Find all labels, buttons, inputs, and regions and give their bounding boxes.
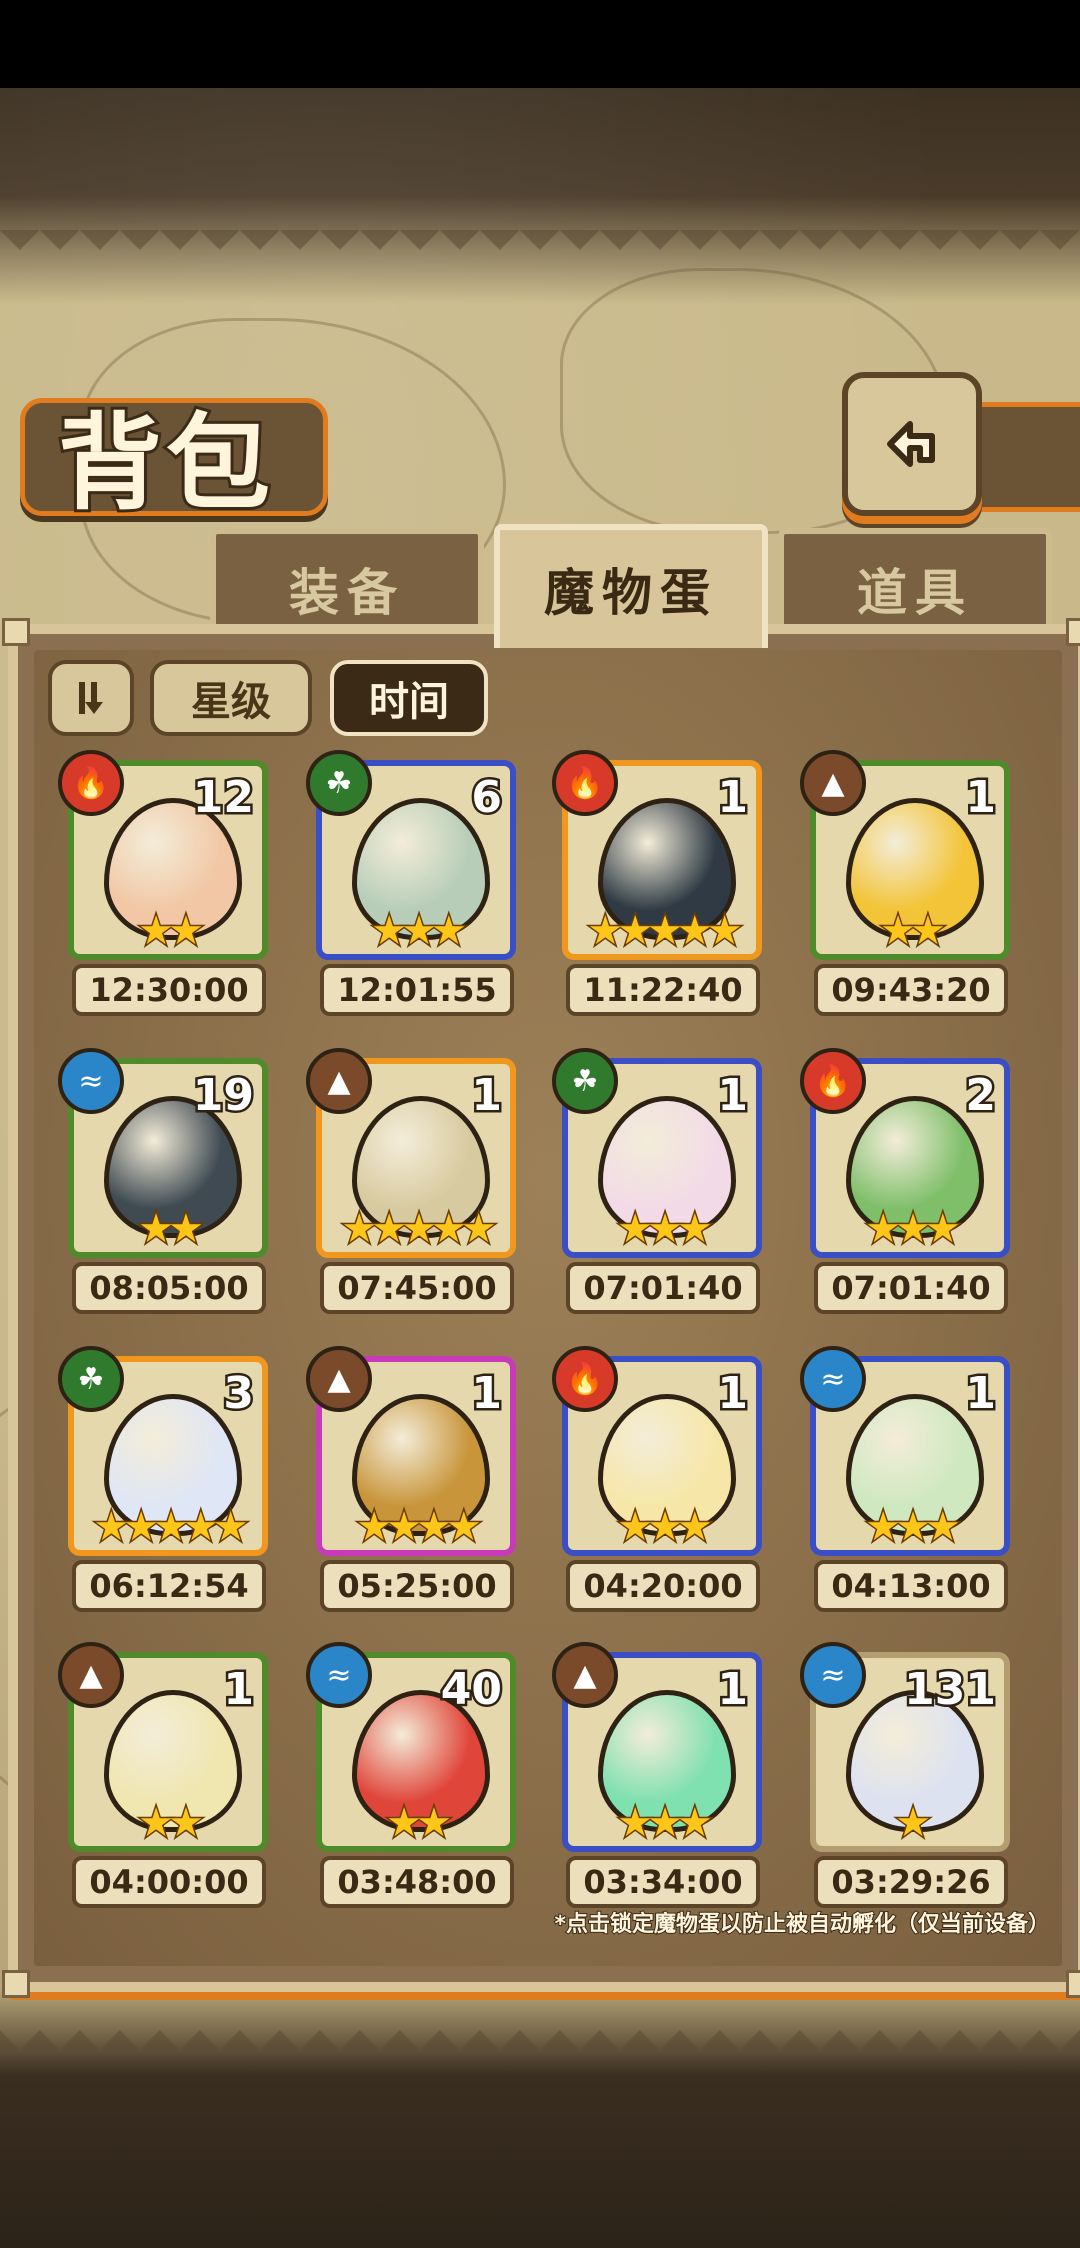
water-element-icon: ≈ bbox=[800, 1346, 866, 1412]
water-element-icon: ≈ bbox=[306, 1642, 372, 1708]
egg-count: 3 bbox=[221, 1366, 257, 1422]
torn-edge-bottom bbox=[0, 2010, 1080, 2050]
hatch-timer: 12:30:00 bbox=[72, 964, 266, 1016]
egg-count: 12 bbox=[190, 770, 256, 826]
hatch-timer: 09:43:20 bbox=[814, 964, 1008, 1016]
torn-edge-top bbox=[0, 230, 1080, 270]
back-button[interactable] bbox=[842, 372, 982, 516]
star-rating-icon: ★★★ bbox=[864, 1503, 963, 1552]
star-rating-icon: ★★★★★ bbox=[92, 1503, 250, 1552]
star-rating-icon: ★★★★ bbox=[355, 1503, 483, 1552]
hatch-timer: 11:22:40 bbox=[566, 964, 760, 1016]
hatch-timer: 03:34:00 bbox=[566, 1856, 760, 1908]
fire-element-icon: 🔥 bbox=[58, 750, 124, 816]
star-rating-icon: ★★★ bbox=[616, 1503, 715, 1552]
hatch-timer: 05:25:00 bbox=[320, 1560, 514, 1612]
egg-count: 1 bbox=[715, 1366, 751, 1422]
back-arrow-icon bbox=[887, 421, 935, 467]
star-rating-icon: ★★★★★ bbox=[340, 1205, 498, 1254]
fire-element-icon: 🔥 bbox=[552, 750, 618, 816]
hatch-timer: 04:20:00 bbox=[566, 1560, 760, 1612]
egg-count: 40 bbox=[438, 1662, 504, 1718]
hatch-timer: 04:13:00 bbox=[814, 1560, 1008, 1612]
egg-count: 1 bbox=[221, 1662, 257, 1718]
egg-count: 1 bbox=[715, 1068, 751, 1124]
sort-order-toggle[interactable] bbox=[48, 660, 134, 736]
egg-count: 6 bbox=[469, 770, 505, 826]
hatch-timer: 07:45:00 bbox=[320, 1262, 514, 1314]
egg-count: 1 bbox=[963, 770, 999, 826]
water-element-icon: ≈ bbox=[58, 1048, 124, 1114]
fire-element-icon: 🔥 bbox=[800, 1048, 866, 1114]
hatch-timer: 03:48:00 bbox=[320, 1856, 514, 1908]
grass-element-icon: ☘ bbox=[552, 1048, 618, 1114]
water-element-icon: ≈ bbox=[800, 1642, 866, 1708]
egg-count: 1 bbox=[469, 1366, 505, 1422]
earth-element-icon: ▲ bbox=[58, 1642, 124, 1708]
egg-count: 1 bbox=[469, 1068, 505, 1124]
star-rating-icon: ★★★★★ bbox=[586, 907, 744, 956]
egg-count: 131 bbox=[902, 1662, 999, 1718]
hatch-timer: 07:01:40 bbox=[814, 1262, 1008, 1314]
sort-by-star-button[interactable]: 星级 bbox=[150, 660, 312, 736]
earth-element-icon: ▲ bbox=[306, 1048, 372, 1114]
earth-element-icon: ▲ bbox=[306, 1346, 372, 1412]
egg-count: 1 bbox=[963, 1366, 999, 1422]
star-rating-icon: ★★★ bbox=[864, 1205, 963, 1254]
sort-by-time-button[interactable]: 时间 bbox=[330, 660, 488, 736]
status-bar bbox=[0, 0, 1080, 88]
sort-direction-icon bbox=[79, 682, 103, 714]
star-rating-icon: ★★★ bbox=[616, 1205, 715, 1254]
hatch-timer: 08:05:00 bbox=[72, 1262, 266, 1314]
earth-element-icon: ▲ bbox=[552, 1642, 618, 1708]
star-rating-icon: ★★ bbox=[137, 1799, 206, 1848]
hatch-timer: 12:01:55 bbox=[320, 964, 514, 1016]
hatch-timer: 03:29:26 bbox=[814, 1856, 1008, 1908]
hatch-timer: 04:00:00 bbox=[72, 1856, 266, 1908]
star-rating-icon: ★★ bbox=[385, 1799, 454, 1848]
star-rating-icon: ★ bbox=[894, 1799, 933, 1848]
egg-count: 19 bbox=[190, 1068, 256, 1124]
star-rating-icon: ★★ bbox=[879, 907, 948, 956]
grass-element-icon: ☘ bbox=[58, 1346, 124, 1412]
star-rating-icon: ★★★ bbox=[616, 1799, 715, 1848]
tab-monster-eggs[interactable]: 魔物蛋 bbox=[494, 524, 768, 648]
egg-count: 1 bbox=[715, 770, 751, 826]
fire-element-icon: 🔥 bbox=[552, 1346, 618, 1412]
page-title: 背包 bbox=[55, 398, 275, 527]
lock-hint-text: *点击锁定魔物蛋以防止被自动孵化（仅当前设备） bbox=[553, 1911, 1051, 1938]
egg-count: 2 bbox=[963, 1068, 999, 1124]
star-rating-icon: ★★ bbox=[137, 1205, 206, 1254]
egg-count: 1 bbox=[715, 1662, 751, 1718]
hatch-timer: 06:12:54 bbox=[72, 1560, 266, 1612]
star-rating-icon: ★★★ bbox=[370, 907, 469, 956]
star-rating-icon: ★★ bbox=[137, 907, 206, 956]
earth-element-icon: ▲ bbox=[800, 750, 866, 816]
grass-element-icon: ☘ bbox=[306, 750, 372, 816]
hatch-timer: 07:01:40 bbox=[566, 1262, 760, 1314]
